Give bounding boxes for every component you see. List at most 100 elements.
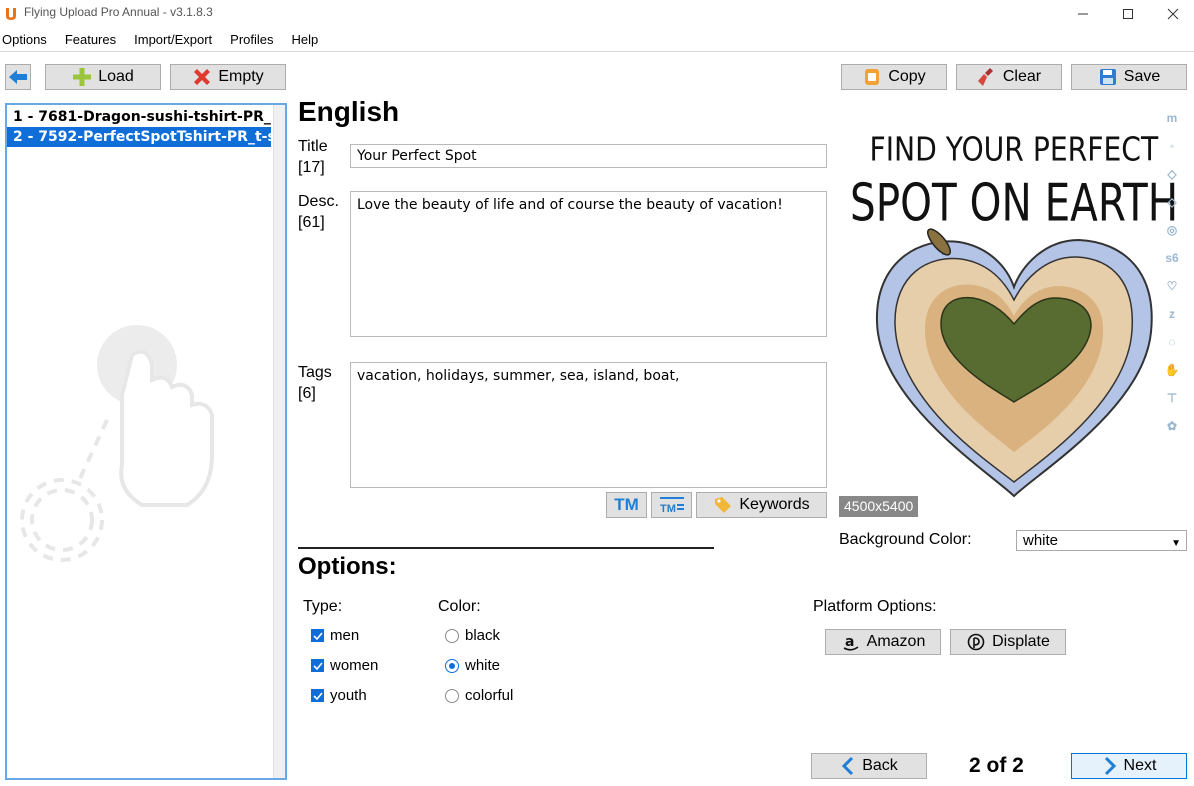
tshirt-platform-icon[interactable]: ⊤ — [1162, 388, 1182, 408]
list-item-selected[interactable]: 2 - 7592-PerfectSpotTshirt-PR_t-s — [7, 127, 271, 147]
displate-label: Displate — [992, 633, 1050, 650]
color-colorful-label: colorful — [465, 687, 514, 704]
language-heading: English — [298, 96, 400, 127]
color-colorful-radio[interactable]: colorful — [445, 687, 513, 704]
menu-options[interactable]: Options — [0, 30, 49, 50]
merch-platform-icon[interactable]: m — [1162, 108, 1182, 128]
list-scrollbar[interactable] — [273, 105, 285, 778]
tags-label-text: Tags — [298, 364, 332, 381]
maximize-icon — [1123, 9, 1133, 19]
hand-platform-icon[interactable]: ✋ — [1162, 360, 1182, 380]
page-counter: 2 of 2 — [969, 754, 1024, 777]
platform-icon-strip: m ◦ ◇ ◇ ◎ s6 ♡ z ◌ ✋ ⊤ ✿ — [1162, 108, 1182, 444]
back-arrow-button[interactable] — [5, 64, 31, 90]
type-youth-checkbox[interactable]: youth — [311, 687, 367, 704]
background-color-select[interactable]: white ▼ — [1016, 530, 1187, 551]
title-input[interactable]: Your Perfect Spot — [350, 144, 827, 168]
keywords-button[interactable]: Keywords — [696, 492, 827, 518]
title-label-text: Title — [298, 138, 328, 155]
color-white-label: white — [465, 657, 501, 674]
radio-unselected-icon — [445, 628, 459, 643]
diamond-alt-platform-icon[interactable]: ◇ — [1162, 192, 1182, 212]
next-button[interactable]: Next — [1071, 753, 1187, 779]
arrow-left-icon — [9, 70, 27, 84]
title-bar: Flying Upload Pro Annual - v3.1.8.3 — [0, 0, 1194, 28]
color-black-label: black — [465, 627, 501, 644]
bubbles-platform-icon[interactable]: ✿ — [1162, 416, 1182, 436]
tm-list-button[interactable]: TM — [651, 492, 692, 518]
color-heading: Color: — [438, 598, 481, 615]
x-icon — [194, 69, 211, 85]
file-list[interactable]: 1 - 7681-Dragon-sushi-tshirt-PR_ 2 - 759… — [5, 103, 287, 780]
save-button[interactable]: Save — [1071, 64, 1187, 90]
copy-button[interactable]: Copy — [841, 64, 947, 90]
design-image: FIND YOUR PERFECT SPOT ON EARTH — [850, 131, 1178, 498]
type-men-checkbox[interactable]: men — [311, 627, 359, 644]
clear-button[interactable]: Clear — [956, 64, 1062, 90]
menu-bar: Options Features Import/Export Profiles … — [0, 30, 1194, 50]
tags-textarea[interactable]: vacation, holidays, summer, sea, island,… — [350, 362, 827, 488]
title-label: Title [17] — [298, 136, 328, 178]
svg-text:a: a — [845, 634, 854, 650]
society6-platform-icon[interactable]: s6 — [1162, 248, 1182, 268]
desc-label-text: Desc. — [298, 193, 339, 210]
floppy-disk-icon — [1099, 69, 1116, 85]
design-preview[interactable]: FIND YOUR PERFECT SPOT ON EARTH — [839, 102, 1189, 520]
keywords-label: Keywords — [739, 496, 810, 513]
checkbox-checked-icon — [311, 629, 324, 642]
tags-char-count: [6] — [298, 385, 316, 402]
close-icon — [1167, 8, 1179, 20]
color-white-radio[interactable]: white — [445, 657, 500, 674]
menu-profiles[interactable]: Profiles — [228, 30, 275, 50]
title-char-count: [17] — [298, 159, 325, 176]
svg-text:TM: TM — [660, 503, 676, 515]
type-heading: Type: — [303, 598, 343, 615]
circle-platform-icon[interactable]: ◎ — [1162, 220, 1182, 240]
heart-platform-icon[interactable]: ♡ — [1162, 276, 1182, 296]
dimensions-badge: 4500x5400 — [839, 496, 919, 517]
plus-icon — [73, 68, 92, 86]
copy-label: Copy — [888, 68, 926, 85]
zazzle-platform-icon[interactable]: z — [1162, 304, 1182, 324]
platform-options-heading: Platform Options: — [813, 598, 937, 615]
amazon-label: Amazon — [866, 633, 926, 650]
checkbox-checked-icon — [311, 659, 324, 672]
load-button[interactable]: Load — [45, 64, 161, 90]
color-black-radio[interactable]: black — [445, 627, 500, 644]
type-youth-label: youth — [330, 687, 367, 704]
list-item[interactable]: 1 - 7681-Dragon-sushi-tshirt-PR_ — [7, 107, 271, 127]
tm-button[interactable]: TM — [606, 492, 647, 518]
options-heading: Options: — [298, 553, 397, 580]
diamond-platform-icon[interactable]: ◇ — [1162, 164, 1182, 184]
next-label: Next — [1123, 757, 1157, 774]
shirt-platform-icon[interactable]: ◦ — [1162, 136, 1182, 156]
window-title: Flying Upload Pro Annual - v3.1.8.3 — [24, 5, 213, 19]
displate-logo-icon — [967, 633, 985, 651]
minimize-button[interactable] — [1060, 0, 1106, 28]
app-logo-icon — [6, 8, 16, 20]
background-color-value: white — [1023, 532, 1059, 549]
save-label: Save — [1123, 68, 1161, 85]
type-men-label: men — [330, 627, 360, 644]
empty-button[interactable]: Empty — [170, 64, 286, 90]
price-tag-icon — [715, 497, 732, 513]
close-button[interactable] — [1150, 0, 1194, 28]
menu-import-export[interactable]: Import/Export — [132, 30, 214, 50]
type-women-checkbox[interactable]: women — [311, 657, 378, 674]
maximize-button[interactable] — [1105, 0, 1151, 28]
minimize-icon — [1078, 13, 1088, 15]
copy-icon — [865, 69, 880, 85]
design-text-line1: FIND YOUR PERFECT — [869, 131, 1158, 169]
desc-char-count: [61] — [298, 214, 325, 231]
back-button[interactable]: Back — [811, 753, 927, 779]
menu-features[interactable]: Features — [63, 30, 118, 50]
menu-help[interactable]: Help — [290, 30, 321, 50]
description-textarea[interactable]: Love the beauty of life and of course th… — [350, 191, 827, 337]
displate-button[interactable]: Displate — [950, 629, 1066, 655]
amazon-button[interactable]: a Amazon — [825, 629, 941, 655]
broom-icon — [977, 68, 993, 86]
displate-platform-icon[interactable]: ◌ — [1162, 332, 1182, 352]
chevron-left-icon — [842, 756, 854, 776]
tags-label: Tags [6] — [298, 362, 332, 404]
desc-label: Desc. [61] — [298, 191, 339, 233]
